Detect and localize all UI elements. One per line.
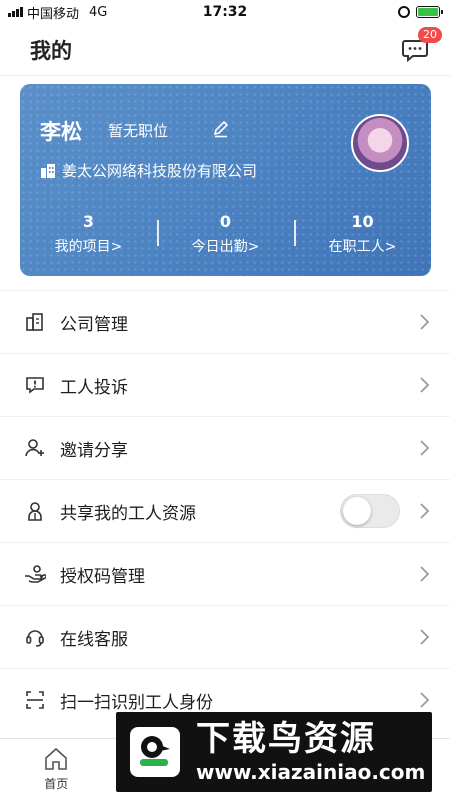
alarm-icon [398, 6, 410, 18]
page-header: 我的 20 [0, 24, 450, 76]
menu-label: 在线客服 [60, 629, 128, 650]
menu-label: 工人投诉 [60, 377, 128, 398]
watermark-text: 下载鸟资源 www.xiazainiao.com [196, 719, 425, 785]
watermark-title: 下载鸟资源 [196, 719, 376, 759]
menu-item-worker-complaints[interactable]: 工人投诉 [0, 353, 450, 416]
edit-icon[interactable] [212, 120, 230, 138]
scan-icon [24, 689, 46, 711]
profile-card: 李松 暂无职位 姜太公网络科技股份有限公司 3 我的项目> 0 今日出勤> 10… [20, 84, 431, 276]
bird-logo-icon [126, 723, 184, 781]
watermark-overlay: 下载鸟资源 www.xiazainiao.com [116, 712, 432, 792]
stat-today-attendance[interactable]: 0 今日出勤> [157, 212, 294, 256]
stat-value: 10 [351, 212, 374, 231]
stat-my-projects[interactable]: 3 我的项目> [20, 212, 157, 256]
company-row: 姜太公网络科技股份有限公司 [40, 160, 257, 181]
status-left: 中国移动 4G [8, 3, 107, 22]
complaint-icon [24, 374, 46, 396]
building-icon [24, 311, 46, 333]
battery-icon [416, 6, 443, 18]
chevron-right-icon [420, 440, 430, 456]
headset-icon [24, 626, 46, 648]
menu-item-auth-code-management[interactable]: 授权码管理 [0, 542, 450, 605]
worker-icon [24, 500, 46, 522]
watermark-url: www.xiazainiao.com [196, 760, 426, 784]
status-bar: 中国移动 4G 17:32 [0, 0, 450, 24]
menu-label: 扫一扫识别工人身份 [60, 692, 213, 713]
status-time: 17:32 [202, 4, 248, 20]
stat-label: 今日出勤> [191, 239, 260, 255]
add-user-icon [24, 437, 46, 459]
tab-home[interactable]: 首页 [0, 739, 113, 800]
company-name: 姜太公网络科技股份有限公司 [62, 162, 258, 180]
hand-icon [24, 563, 46, 585]
stat-label: 我的项目> [54, 239, 123, 255]
menu-label: 公司管理 [60, 314, 128, 335]
stat-label: 在职工人> [328, 239, 397, 255]
chevron-right-icon [420, 692, 430, 708]
menu-label: 授权码管理 [60, 566, 145, 587]
stat-value: 0 [219, 212, 232, 231]
message-count-badge: 20 [418, 26, 442, 43]
user-position: 暂无职位 [108, 122, 169, 140]
tab-label: 首页 [44, 777, 69, 791]
chevron-right-icon [420, 314, 430, 330]
stat-active-workers[interactable]: 10 在职工人> [294, 212, 431, 256]
menu-label: 共享我的工人资源 [60, 503, 196, 524]
chevron-right-icon [420, 566, 430, 582]
home-icon [45, 747, 68, 770]
toggle-knob [343, 497, 371, 525]
chevron-right-icon [420, 377, 430, 393]
company-building-icon [41, 163, 55, 178]
share-resources-toggle[interactable] [340, 494, 400, 528]
menu-item-online-service[interactable]: 在线客服 [0, 605, 450, 668]
carrier-name: 中国移动 [27, 6, 80, 22]
menu-label: 邀请分享 [60, 440, 128, 461]
chevron-right-icon [420, 629, 430, 645]
status-right [398, 6, 443, 18]
stat-value: 3 [82, 212, 95, 231]
settings-menu: 公司管理 工人投诉 邀请分享 共享我的工人资源 授权码管理 在线客服 扫一扫识别… [0, 290, 450, 731]
user-name: 李松 [40, 120, 82, 144]
menu-item-company-management[interactable]: 公司管理 [0, 290, 450, 353]
menu-item-share-worker-resources[interactable]: 共享我的工人资源 [0, 479, 450, 542]
profile-stats: 3 我的项目> 0 今日出勤> 10 在职工人> [20, 212, 431, 256]
chevron-right-icon [420, 503, 430, 519]
menu-item-invite-share[interactable]: 邀请分享 [0, 416, 450, 479]
signal-icon [8, 7, 23, 17]
message-button[interactable]: 20 [400, 26, 442, 65]
page-title: 我的 [30, 38, 72, 63]
network-type: 4G [89, 4, 108, 20]
avatar[interactable] [351, 114, 409, 172]
